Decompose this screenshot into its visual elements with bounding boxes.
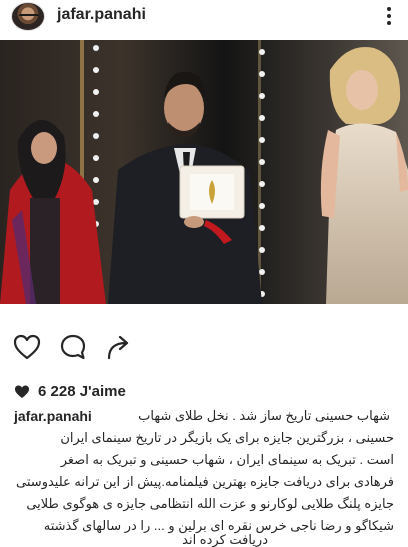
post-header: jafar.panahi	[0, 0, 408, 34]
caption-line: حسینی ، بزرگترین جایزه برای یک بازیگر در…	[60, 430, 394, 445]
caption-line: فرهادی برای دریافت جایزه بهترین فیلمنامه…	[16, 474, 394, 489]
post-actions	[0, 330, 408, 366]
post-photo-illustration	[0, 40, 408, 304]
header-username[interactable]: jafar.panahi	[57, 6, 146, 24]
more-vertical-icon[interactable]	[384, 3, 394, 29]
heart-filled-icon	[15, 385, 29, 398]
share-arrow-icon[interactable]	[104, 332, 134, 362]
comment-bubble-icon[interactable]	[58, 332, 88, 362]
post-photo[interactable]	[0, 40, 408, 304]
avatar[interactable]	[11, 2, 45, 31]
heart-outline-icon[interactable]	[12, 332, 42, 362]
avatar-glasses	[19, 14, 39, 19]
likes-count: 6 228 J'aime	[38, 382, 126, 400]
caption-line: جایزه پلنگ طلایی لوکارنو و عزت الله انتظ…	[26, 496, 394, 511]
caption-line: است . تبریک به سینمای ایران ، شهاب حسینی…	[60, 452, 394, 467]
caption-line: دریافت کرده اند	[182, 532, 268, 547]
likes-row[interactable]: 6 228 J'aime	[14, 381, 126, 401]
caption-line: شهاب حسینی تاریخ ساز شد . نخل طلای شهاب	[138, 408, 390, 423]
caption-username[interactable]: jafar.panahi	[14, 408, 92, 424]
